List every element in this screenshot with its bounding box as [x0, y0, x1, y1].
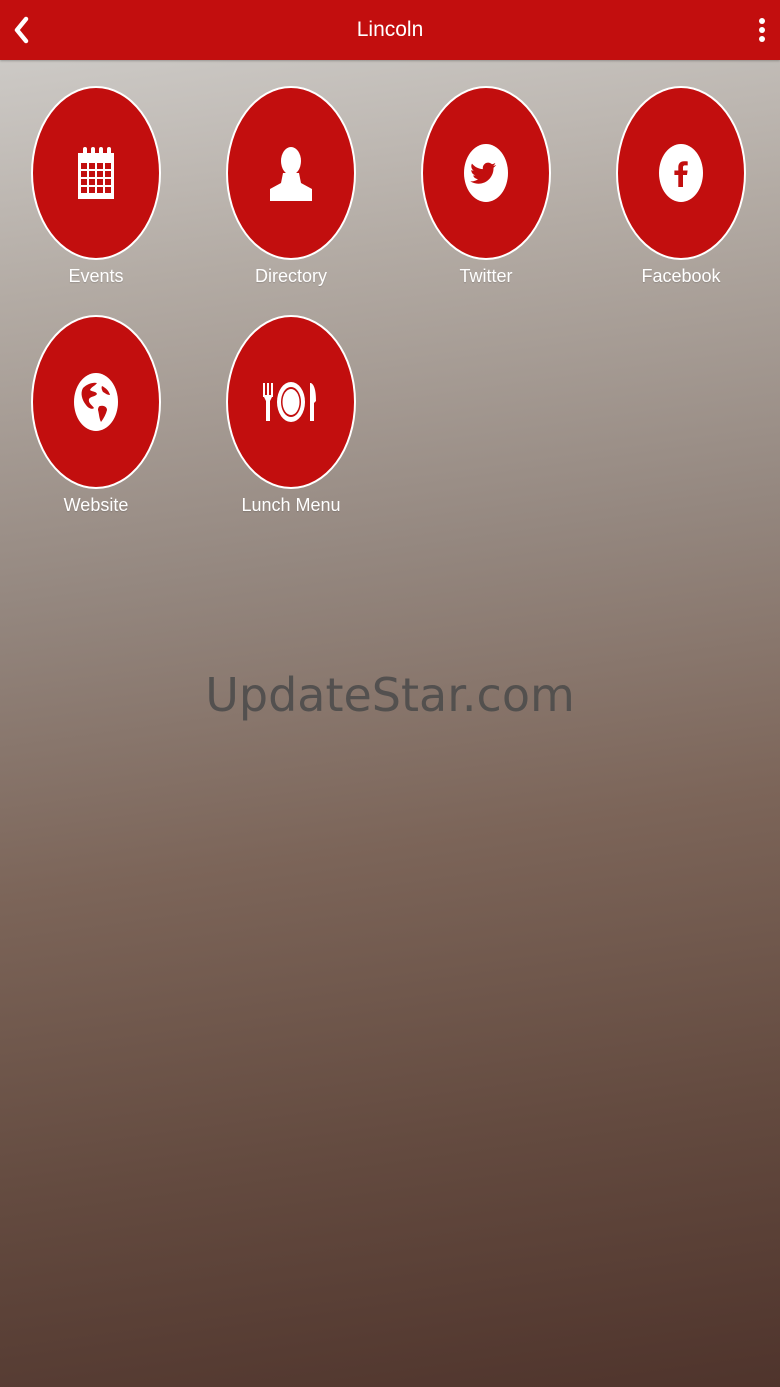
person-icon — [270, 147, 312, 201]
lunch-menu-button[interactable] — [226, 315, 356, 489]
plate-cutlery-icon — [263, 382, 316, 422]
tile-label-lunch-menu: Lunch Menu — [241, 495, 341, 515]
tile-lunch-menu[interactable]: Lunch Menu — [213, 315, 373, 525]
calendar-icon — [78, 147, 114, 199]
tile-label-website: Website — [63, 495, 129, 515]
tile-twitter[interactable]: Twitter — [408, 86, 568, 296]
facebook-icon — [659, 144, 703, 202]
twitter-icon — [464, 144, 508, 202]
twitter-button[interactable] — [421, 86, 551, 260]
more-options-button[interactable] — [750, 12, 774, 48]
tile-directory[interactable]: Directory — [213, 86, 373, 296]
page-title: Lincoln — [356, 18, 424, 41]
tile-facebook[interactable]: Facebook — [603, 86, 763, 296]
tile-label-directory: Directory — [254, 266, 327, 286]
globe-icon — [74, 373, 118, 431]
back-button[interactable] — [6, 12, 36, 48]
more-vertical-icon — [759, 18, 765, 24]
tile-events[interactable]: Events — [18, 86, 178, 296]
facebook-button[interactable] — [616, 86, 746, 260]
app-bar: Lincoln — [0, 0, 780, 60]
directory-button[interactable] — [226, 86, 356, 260]
chevron-left-icon — [14, 16, 29, 44]
tile-website[interactable]: Website — [18, 315, 178, 525]
watermark-text: UpdateStar.com — [205, 668, 575, 722]
tile-label-events: Events — [68, 266, 124, 286]
events-button[interactable] — [31, 86, 161, 260]
tile-label-twitter: Twitter — [459, 266, 513, 286]
website-button[interactable] — [31, 315, 161, 489]
tile-label-facebook: Facebook — [641, 266, 721, 286]
